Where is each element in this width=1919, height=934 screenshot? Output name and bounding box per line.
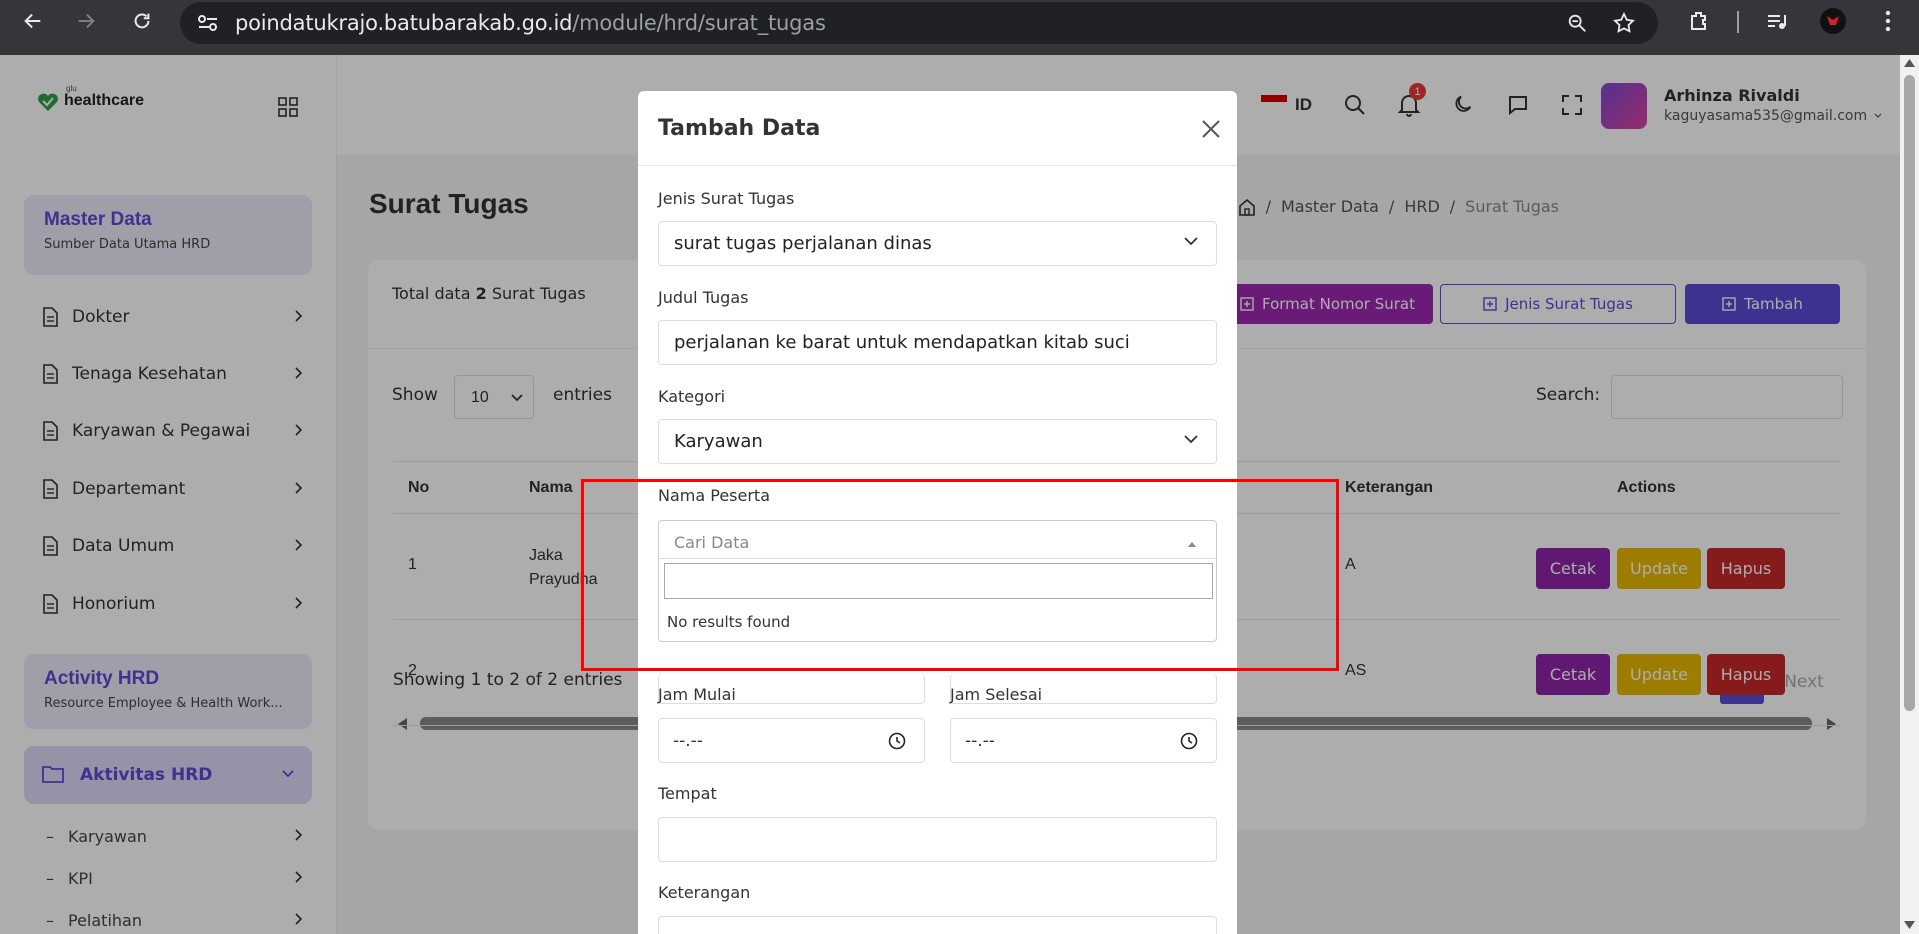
url-path: /module/hrd/surat_tugas bbox=[572, 11, 826, 35]
modal-title: Tambah Data bbox=[658, 115, 821, 141]
tempat-label: Tempat bbox=[658, 784, 717, 803]
browser-menu-icon[interactable] bbox=[1873, 6, 1903, 36]
close-icon[interactable] bbox=[1199, 117, 1223, 141]
highlight-box bbox=[581, 479, 1339, 671]
chevron-down-icon bbox=[1184, 237, 1198, 246]
jam-mulai-input[interactable]: --.-- bbox=[658, 718, 925, 763]
keterangan-label: Keterangan bbox=[658, 883, 751, 902]
browser-toolbar: poindatukrajo.batubarakab.go.id/module/h… bbox=[0, 0, 1919, 55]
scroll-up-icon[interactable] bbox=[1904, 59, 1915, 67]
scroll-down-icon[interactable] bbox=[1904, 921, 1915, 929]
keterangan-input[interactable] bbox=[658, 916, 1217, 934]
tempat-input[interactable] bbox=[658, 817, 1217, 862]
profile-avatar-icon[interactable] bbox=[1818, 6, 1848, 36]
back-icon[interactable] bbox=[18, 6, 48, 36]
bookmark-star-icon[interactable] bbox=[1612, 11, 1636, 35]
forward-icon[interactable] bbox=[71, 6, 101, 36]
judul-tugas-input[interactable]: perjalanan ke barat untuk mendapatkan ki… bbox=[658, 320, 1217, 365]
chevron-down-icon bbox=[1184, 435, 1198, 444]
url-host: poindatukrajo.batubarakab.go.id bbox=[235, 11, 573, 35]
modal-header: Tambah Data bbox=[638, 91, 1237, 166]
jam-selesai-label: Jam Selesai bbox=[950, 685, 1043, 704]
site-settings-icon[interactable] bbox=[197, 13, 219, 33]
page-vertical-scrollbar[interactable] bbox=[1900, 55, 1919, 934]
jam-mulai-label: Jam Mulai bbox=[658, 685, 736, 704]
judul-tugas-label: Judul Tugas bbox=[658, 288, 749, 307]
jenis-surat-label: Jenis Surat Tugas bbox=[658, 189, 795, 208]
zoom-icon[interactable] bbox=[1566, 12, 1588, 34]
extensions-icon[interactable] bbox=[1684, 6, 1714, 36]
scrollbar-thumb[interactable] bbox=[1904, 75, 1915, 711]
media-control-icon[interactable] bbox=[1762, 6, 1792, 36]
address-bar[interactable]: poindatukrajo.batubarakab.go.id/module/h… bbox=[180, 2, 1658, 44]
jenis-surat-select[interactable]: surat tugas perjalanan dinas bbox=[658, 221, 1217, 266]
toolbar-divider bbox=[1737, 11, 1739, 33]
clock-icon[interactable] bbox=[1180, 732, 1198, 750]
jam-selesai-input[interactable]: --.-- bbox=[950, 718, 1217, 763]
kategori-label: Kategori bbox=[658, 387, 726, 406]
kategori-select[interactable]: Karyawan bbox=[658, 419, 1217, 464]
clock-icon[interactable] bbox=[888, 732, 906, 750]
reload-icon[interactable] bbox=[127, 6, 157, 36]
